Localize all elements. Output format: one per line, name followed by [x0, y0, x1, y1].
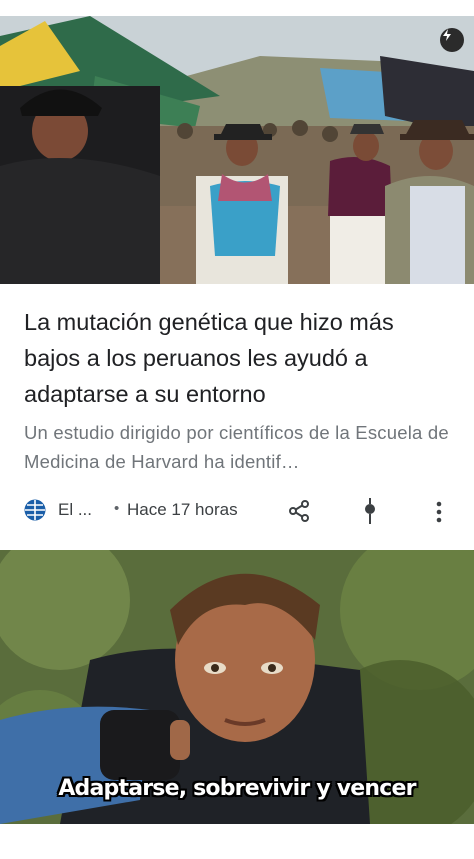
- share-icon[interactable]: [286, 498, 312, 524]
- more-vert-icon[interactable]: [428, 499, 450, 525]
- meme-image: Adaptarse, sobrevivir y vencer: [0, 550, 474, 824]
- meta-separator: •: [114, 500, 120, 517]
- meme-caption: Adaptarse, sobrevivir y vencer: [58, 776, 416, 801]
- amp-lightning-icon: [440, 28, 464, 52]
- pin-icon[interactable]: [359, 497, 381, 525]
- published-time: Hace 17 horas: [127, 500, 238, 519]
- article-snippet[interactable]: Un estudio dirigido por científicos de l…: [24, 418, 454, 476]
- article-title[interactable]: La mutación genética que hizo más bajos …: [24, 304, 452, 412]
- news-card[interactable]: La mutación genética que hizo más bajos …: [0, 0, 474, 548]
- globe-icon: [24, 499, 46, 521]
- market-scene-illustration: [0, 16, 474, 284]
- source-name[interactable]: El ...: [58, 500, 92, 520]
- article-meta-bar: El ... • Hace 17 horas: [0, 493, 474, 529]
- article-hero-image[interactable]: [0, 16, 474, 284]
